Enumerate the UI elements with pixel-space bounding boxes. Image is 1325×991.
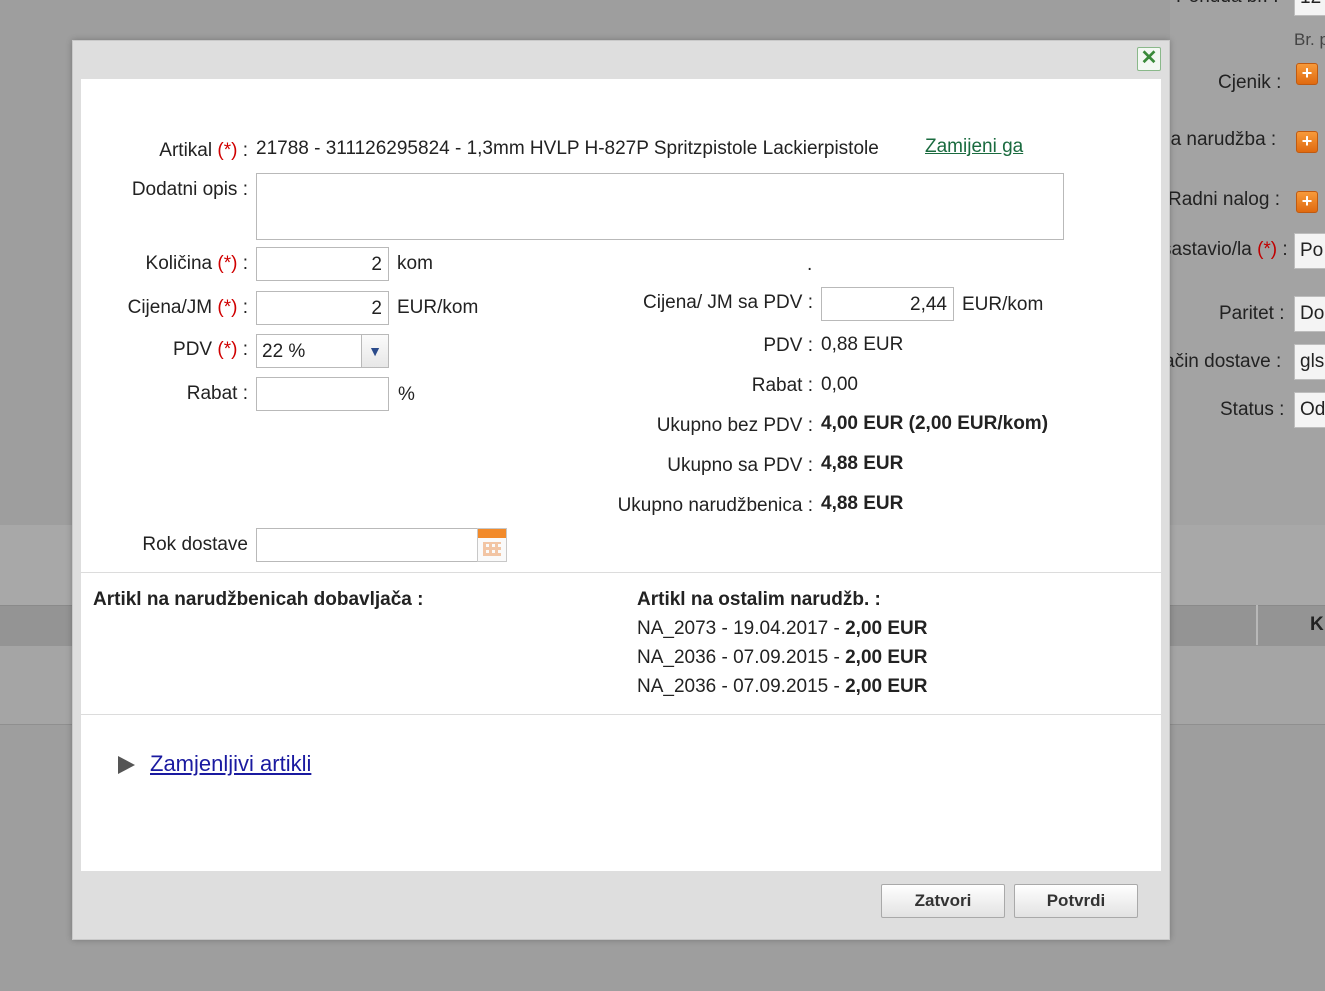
ukupno-narudzbenica-value: 4,88 EUR [821, 493, 904, 514]
section-divider [81, 714, 1161, 715]
rabat-input[interactable] [256, 377, 389, 411]
dodatni-opis-textarea[interactable] [256, 173, 1064, 240]
article-dialog: ✕ Artikal (*) : 21788 - 311126295824 - 1… [72, 40, 1170, 940]
bg-offer-number-input[interactable]: 12 [1294, 0, 1325, 16]
close-icon[interactable]: ✕ [1137, 47, 1161, 71]
confirm-button[interactable]: Potvrdi [1014, 884, 1138, 918]
cijena-label: Cijena/JM (*) : [128, 297, 248, 319]
artikal-value: 21788 - 311126295824 - 1,3mm HVLP H-827P… [256, 138, 879, 159]
rabat-calc-value: 0,00 [821, 374, 858, 395]
section-divider [81, 572, 1161, 573]
rabat-unit: % [398, 384, 415, 405]
add-narudzba-icon[interactable]: + [1296, 131, 1318, 153]
pdv-calc-label: PDV : [763, 335, 813, 356]
order-amount: 2,00 EUR [845, 647, 928, 668]
dobavljac-heading: Artikl na narudžbenicah dobavljača : [93, 589, 424, 610]
cijena-colon: : [242, 297, 248, 318]
order-amount: 2,00 EUR [845, 618, 928, 639]
order-ref: NA_2073 - 19.04.2017 - [637, 618, 840, 639]
kolicina-unit: kom [397, 253, 433, 274]
bg-sastavio-colon: : [1282, 239, 1288, 260]
bg-cjenik-label: Cjenik : [1218, 72, 1282, 93]
cijena-pdv-input[interactable]: 2,44 [821, 287, 954, 321]
order-ref: NA_2036 - 07.09.2015 - [637, 647, 840, 668]
calendar-icon-grid [483, 542, 501, 556]
pdv-colon: : [242, 339, 248, 360]
expand-arrow-icon[interactable] [118, 756, 135, 774]
chevron-down-icon[interactable]: ▼ [361, 335, 388, 367]
dodatni-opis-label: Dodatni opis : [131, 179, 248, 200]
cijena-label-text: Cijena/JM [127, 297, 213, 318]
separator-dot: . [807, 254, 813, 275]
pdv-label-text: PDV [173, 339, 213, 360]
bg-nacin-dostave-label: ačin dostave : [1164, 351, 1282, 372]
cijena-pdv-label: Cijena/ JM sa PDV : [643, 292, 813, 313]
bg-narudzba-label: na narudžba : [1160, 129, 1277, 150]
dialog-content: Artikal (*) : 21788 - 311126295824 - 1,3… [81, 79, 1161, 871]
ukupno-bez-pdv-label: Ukupno bez PDV : [656, 415, 813, 436]
ukupno-narudzbenica-label: Ukupno narudžbenica : [617, 495, 813, 516]
pdv-select-value: 22 % [262, 341, 306, 362]
artikal-label-text: Artikal [159, 140, 213, 161]
order-line: NA_2036 - 07.09.2015 - 2,00 EUR [637, 676, 927, 698]
bg-status-label: Status : [1220, 399, 1285, 420]
bg-radni-nalog-label: Radni nalog : [1168, 189, 1280, 210]
pdv-label: PDV (*) : [173, 339, 248, 361]
order-ref: NA_2036 - 07.09.2015 - [637, 676, 840, 697]
bg-offer-number-label: Ponuda br. : [1176, 0, 1278, 8]
close-button[interactable]: Zatvori [881, 884, 1005, 918]
artikal-label: Artikal (*) : [159, 140, 248, 162]
cijena-input[interactable]: 2 [256, 291, 389, 325]
bg-table-divider [1256, 605, 1258, 645]
bg-paritet-label: Paritet : [1219, 303, 1285, 324]
kolicina-label: Količina (*) : [146, 253, 248, 275]
ostalim-heading: Artikl na ostalim narudžb. : [637, 589, 881, 610]
artikal-colon: : [242, 140, 248, 161]
order-line: NA_2036 - 07.09.2015 - 2,00 EUR [637, 647, 927, 669]
bg-table-col-header: K [1310, 614, 1324, 635]
bg-sastavio-label: sastavio/la (*) : [1162, 239, 1288, 261]
pdv-required: (*) [217, 339, 238, 360]
cijena-unit: EUR/kom [397, 297, 479, 318]
kolicina-required: (*) [217, 253, 238, 274]
pdv-calc-value: 0,88 EUR [821, 334, 904, 355]
order-amount: 2,00 EUR [845, 676, 928, 697]
ukupno-bez-pdv-value: 4,00 EUR (2,00 EUR/kom) [821, 413, 1049, 434]
artikal-required: (*) [217, 140, 238, 161]
kolicina-colon: : [242, 253, 248, 274]
calendar-icon-header [478, 529, 506, 538]
rok-dostave-input[interactable] [256, 528, 478, 562]
bg-sastavio-required: (*) [1257, 239, 1278, 260]
ukupno-sa-pdv-value: 4,88 EUR [821, 453, 904, 474]
ukupno-sa-pdv-label: Ukupno sa PDV : [667, 455, 813, 476]
add-cjenik-icon[interactable]: + [1296, 63, 1318, 85]
bg-nacin-dostave-select[interactable]: gls [1294, 344, 1325, 380]
bg-status-select[interactable]: Od [1294, 392, 1325, 428]
rabat-calc-label: Rabat : [751, 375, 813, 396]
bg-sastavio-text: sastavio/la [1162, 239, 1252, 260]
zamjenljivi-artikli-link[interactable]: Zamjenljivi artikli [150, 751, 311, 777]
add-radni-nalog-icon[interactable]: + [1296, 191, 1318, 213]
rok-dostave-label: Rok dostave [142, 534, 248, 555]
order-line: NA_2073 - 19.04.2017 - 2,00 EUR [637, 618, 927, 640]
cijena-required: (*) [217, 297, 238, 318]
pdv-select[interactable]: 22 % ▼ [256, 334, 389, 368]
replace-article-link[interactable]: Zamijeni ga [925, 136, 1023, 158]
calendar-icon[interactable] [477, 528, 507, 562]
kolicina-label-text: Količina [145, 253, 213, 274]
bg-paritet-select[interactable]: Do [1294, 296, 1325, 332]
cijena-pdv-unit: EUR/kom [962, 294, 1044, 315]
bg-sastavio-select[interactable]: Po [1294, 233, 1325, 269]
rabat-label: Rabat : [186, 383, 248, 404]
bg-br-label: Br. p [1294, 30, 1325, 49]
kolicina-input[interactable]: 2 [256, 247, 389, 281]
